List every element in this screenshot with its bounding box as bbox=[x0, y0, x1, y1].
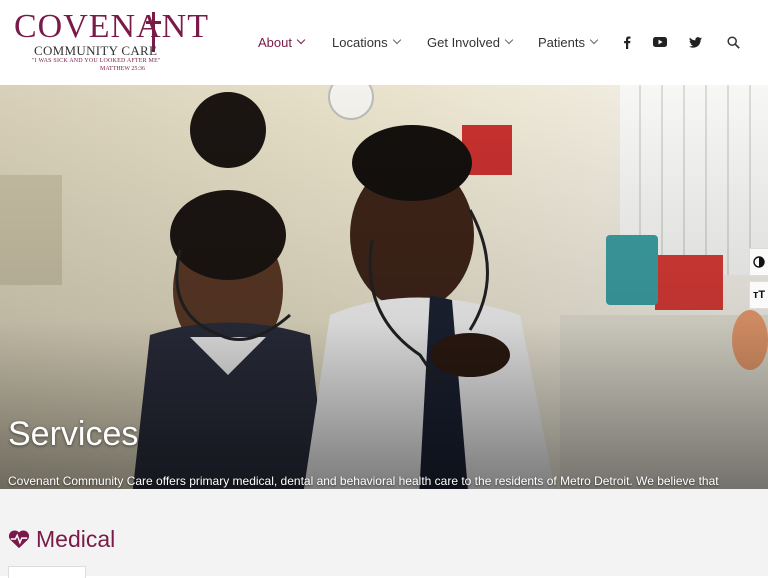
nav-item-label: About bbox=[258, 34, 292, 50]
contrast-toggle[interactable] bbox=[749, 248, 768, 276]
logo-wordmark: Covenant bbox=[14, 8, 209, 45]
section-heading: Medical bbox=[8, 525, 116, 552]
site-logo[interactable]: Covenant Community Care "I was sick and … bbox=[14, 10, 208, 75]
chevron-down-icon bbox=[296, 35, 306, 45]
logo-quote: "I was sick and you looked after me" bbox=[32, 58, 161, 64]
nav-item-label: Get Involved bbox=[427, 34, 500, 50]
nav-item-label: Patients bbox=[538, 34, 585, 50]
nav-item-get-involved[interactable]: Get Involved bbox=[427, 34, 514, 50]
logo-reference: Matthew 25:36 bbox=[100, 66, 146, 72]
font-size-toggle[interactable]: тT bbox=[749, 281, 768, 309]
section-divider bbox=[0, 489, 768, 515]
twitter-icon[interactable] bbox=[686, 33, 704, 51]
facebook-icon[interactable] bbox=[618, 33, 636, 51]
chevron-down-icon bbox=[589, 35, 599, 45]
youtube-icon[interactable] bbox=[651, 33, 669, 51]
nav-item-locations[interactable]: Locations bbox=[332, 34, 401, 50]
search-icon[interactable] bbox=[724, 33, 742, 51]
section-title: Medical bbox=[36, 525, 116, 552]
site-header: Covenant Community Care "I was sick and … bbox=[0, 0, 768, 85]
chevron-down-icon bbox=[392, 35, 401, 45]
contrast-icon bbox=[753, 256, 765, 268]
font-size-label: тT bbox=[752, 289, 766, 301]
chevron-down-icon bbox=[504, 35, 514, 45]
page-title: Services bbox=[8, 415, 139, 453]
hero-banner: Services Covenant Community Care offers … bbox=[0, 85, 768, 515]
nav-item-about[interactable]: About bbox=[258, 34, 306, 50]
logo-subtitle: Community Care bbox=[34, 43, 158, 58]
heartbeat-icon bbox=[8, 530, 30, 549]
service-card[interactable] bbox=[8, 566, 86, 578]
nav-item-label: Locations bbox=[332, 34, 388, 50]
nav-item-patients[interactable]: Patients bbox=[538, 34, 599, 50]
